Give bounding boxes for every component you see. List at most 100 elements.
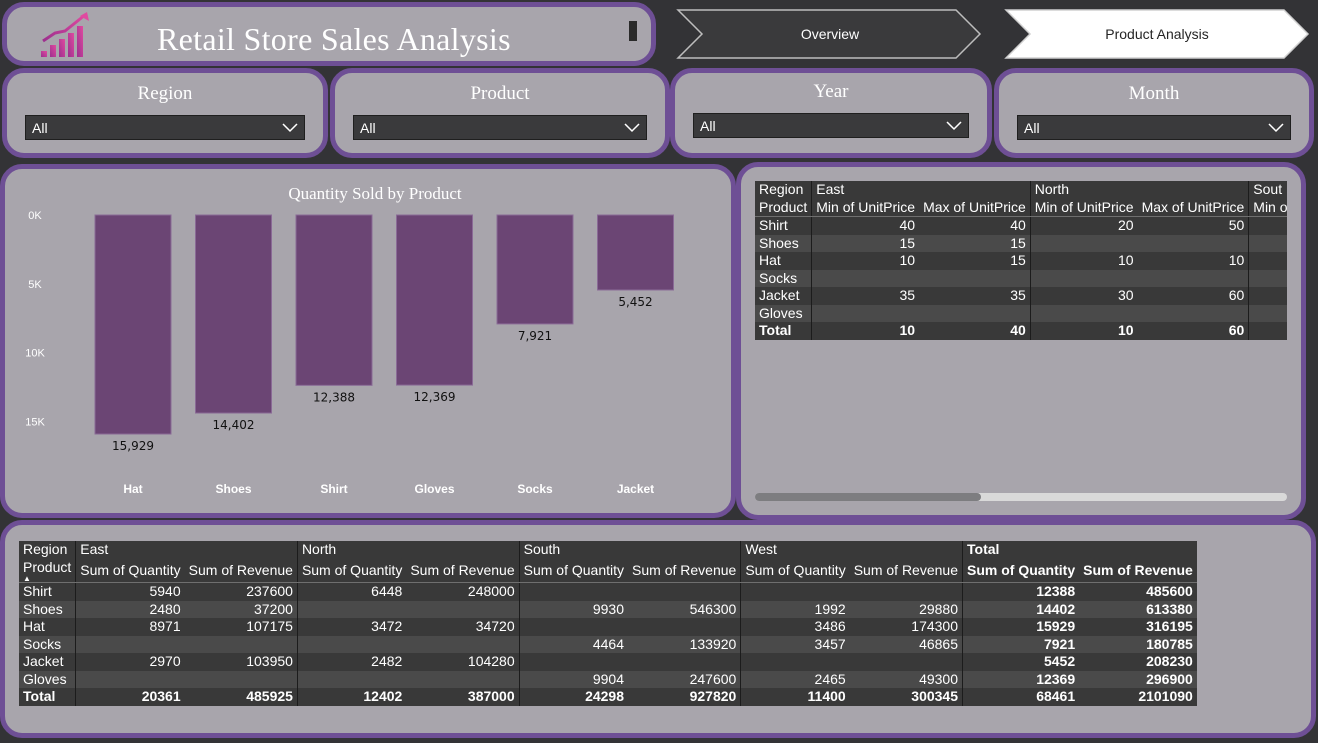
sales-matrix-panel: Region East North South West Total Product ▲ Sum… xyxy=(0,520,1316,738)
row-label[interactable]: Jacket xyxy=(19,653,76,671)
table-cell: 12369 xyxy=(962,670,1080,688)
year-dropdown-value: All xyxy=(700,118,716,134)
year-dropdown[interactable]: All xyxy=(693,113,969,138)
table-cell xyxy=(1029,304,1138,322)
region-header[interactable]: East xyxy=(811,181,1031,199)
region-header[interactable]: Total xyxy=(961,541,1197,559)
measure-header[interactable]: Min of UnitPrice xyxy=(1029,198,1138,217)
region-dropdown[interactable]: All xyxy=(25,115,305,140)
measure-header[interactable]: Sum of Revenue xyxy=(849,558,963,583)
measure-header[interactable]: Max of UnitPrice xyxy=(919,198,1031,217)
y-tick-label: 10K xyxy=(25,348,45,360)
slicer-product: Product All xyxy=(330,68,670,158)
region-header[interactable]: North xyxy=(1029,181,1249,199)
row-label[interactable]: Shirt xyxy=(755,217,812,235)
table-row[interactable]: Gloves 9904 247600 2465 49300 12369 296900 xyxy=(19,670,1197,689)
nav-product-analysis-button[interactable]: Product Analysis xyxy=(1004,8,1310,60)
region-header[interactable]: West xyxy=(740,541,963,559)
row-header-product[interactable]: Product xyxy=(755,198,812,217)
chevron-down-icon xyxy=(1268,123,1284,133)
table-cell: 14402 xyxy=(962,600,1080,618)
sales-matrix: Region East North South West Total Product ▲ Sum… xyxy=(19,541,1197,706)
nav-overview-button[interactable]: Overview xyxy=(676,8,984,60)
total-row: Total 10 40 10 60 xyxy=(755,322,1287,340)
table-cell: 15929 xyxy=(962,618,1080,636)
measure-header[interactable]: Max of UnitPrice xyxy=(1137,198,1249,217)
table-cell xyxy=(406,671,519,689)
row-label[interactable]: Socks xyxy=(19,636,76,654)
table-cell: 15 xyxy=(1010,234,1026,251)
table-cell: 613380 xyxy=(1146,600,1193,617)
chart-title: Quantity Sold by Product xyxy=(288,184,462,203)
table-cell: 20 xyxy=(1029,216,1138,235)
table-row[interactable]: Hat 10 15 10 10 xyxy=(755,252,1287,270)
table-row[interactable]: Hat 8971 107175 3472 34720 3486 174300 15929 316… xyxy=(19,618,1197,636)
measure-header[interactable]: Sum of Quantity xyxy=(75,558,185,583)
chevron-down-icon xyxy=(282,123,298,133)
region-header[interactable]: Sout xyxy=(1248,181,1287,199)
table-cell: 247600 xyxy=(689,670,737,687)
product-dropdown[interactable]: All xyxy=(353,115,647,140)
row-label[interactable]: Hat xyxy=(755,252,812,270)
measure-header[interactable]: Sum of Revenue xyxy=(628,558,741,583)
row-label[interactable]: Shoes xyxy=(19,601,76,619)
measure-header[interactable]: Min o xyxy=(1248,198,1287,217)
table-cell xyxy=(740,582,850,601)
table-row[interactable]: Jacket 2970 103950 2482 104280 5452 208230 xyxy=(19,653,1197,671)
row-label[interactable]: Jacket xyxy=(755,287,812,305)
table-cell xyxy=(406,636,519,654)
table-row[interactable]: Shoes 15 15 xyxy=(755,234,1287,253)
table-cell: 3486 xyxy=(740,618,850,636)
table-row[interactable]: Gloves xyxy=(755,304,1287,323)
row-label[interactable]: Gloves xyxy=(19,671,76,689)
row-header-product[interactable]: Product ▲ xyxy=(19,558,76,583)
table-row[interactable]: Socks 4464 133920 3457 46865 7921 180785 xyxy=(19,635,1197,654)
table-row[interactable]: Socks xyxy=(755,269,1287,288)
slicer-month: Month All xyxy=(994,68,1314,158)
table-cell xyxy=(1248,234,1287,252)
table-cell xyxy=(518,582,629,601)
row-label[interactable]: Gloves xyxy=(755,305,812,323)
table-cell xyxy=(1248,216,1287,235)
table-cell: 248000 xyxy=(467,583,515,599)
total-cell: 10 xyxy=(811,322,920,340)
table-cell: 40 xyxy=(1010,217,1026,233)
measure-header[interactable]: Sum of Quantity xyxy=(740,558,850,583)
table-cell: 208230 xyxy=(1146,653,1193,669)
measure-header[interactable]: Sum of Revenue xyxy=(184,558,298,583)
table-cell: 12388 xyxy=(962,582,1080,601)
table-row[interactable]: Shirt 40 40 20 50 xyxy=(755,216,1287,235)
measure-header[interactable]: Sum of Revenue xyxy=(406,558,520,583)
row-label[interactable]: Shirt xyxy=(19,583,76,601)
header-banner: Retail Store Sales Analysis xyxy=(2,2,656,66)
region-header[interactable]: South xyxy=(518,541,741,559)
table-row[interactable]: Jacket 35 35 30 60 xyxy=(755,287,1287,305)
month-dropdown[interactable]: All xyxy=(1017,115,1291,140)
measure-header[interactable]: Sum of Quantity xyxy=(518,558,629,583)
row-label[interactable]: Hat xyxy=(19,618,76,636)
table-row[interactable]: Shoes 2480 37200 9930 546300 1992 29880 14402 61… xyxy=(19,600,1197,619)
total-label: Total xyxy=(23,688,56,704)
row-label[interactable]: Shoes xyxy=(755,235,812,253)
sort-ascending-icon: ▲ xyxy=(23,574,31,583)
scrollbar-thumb[interactable] xyxy=(755,493,981,501)
table-cell: 46865 xyxy=(919,635,958,652)
table-cell xyxy=(1248,252,1287,270)
nav-overview-label: Overview xyxy=(800,26,860,42)
region-header[interactable]: North xyxy=(296,541,520,559)
table-cell: 316195 xyxy=(1146,618,1193,634)
measure-header[interactable]: Sum of Quantity xyxy=(962,558,1080,583)
region-header[interactable]: East xyxy=(75,541,298,559)
horizontal-scrollbar[interactable] xyxy=(755,493,1287,501)
table-cell: 133920 xyxy=(689,635,737,652)
table-cell: 107175 xyxy=(246,618,293,634)
measure-header[interactable]: Sum of Quantity xyxy=(296,558,407,583)
table-row[interactable]: Shirt 5940 237600 6448 248000 12388 485600 xyxy=(19,582,1197,601)
table-cell xyxy=(850,653,963,671)
slicer-product-title: Product xyxy=(470,83,530,104)
measure-header[interactable]: Min of UnitPrice xyxy=(811,198,920,217)
table-cell xyxy=(518,618,629,636)
row-label[interactable]: Socks xyxy=(755,270,812,288)
y-tick-label: 0K xyxy=(28,210,42,222)
measure-header[interactable]: Sum of Revenue xyxy=(1079,558,1197,583)
